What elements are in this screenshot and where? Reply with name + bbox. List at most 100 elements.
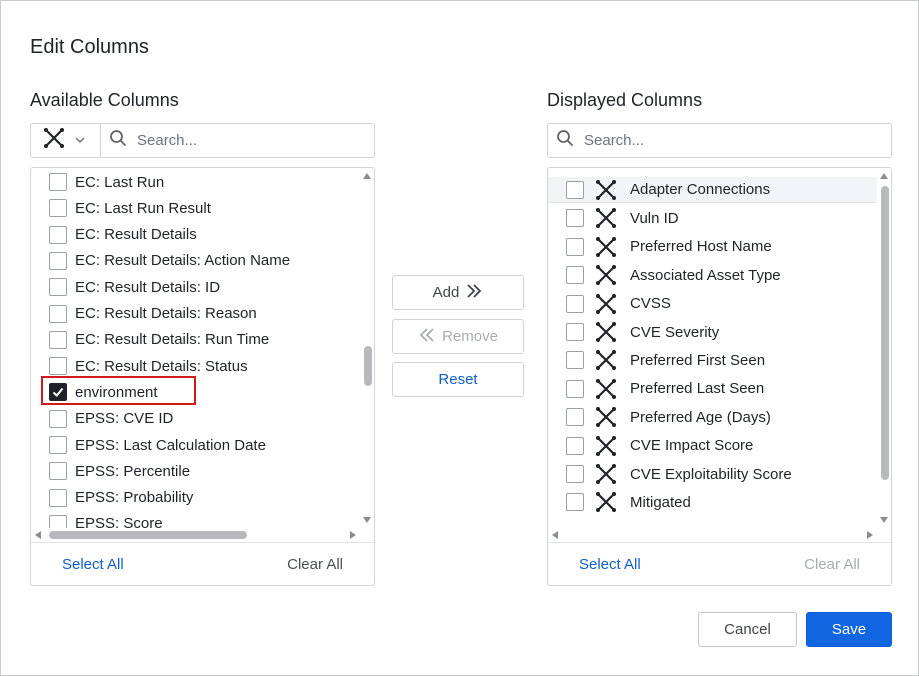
displayed-columns-list: Adapter Connections Vuln ID Preferred Host… bbox=[548, 168, 877, 528]
horizontal-scroll-thumb[interactable] bbox=[49, 531, 247, 539]
column-label: Preferred Age (Days) bbox=[630, 408, 771, 426]
cancel-button[interactable]: Cancel bbox=[698, 612, 797, 647]
column-checkbox[interactable] bbox=[566, 436, 584, 455]
available-column-item[interactable]: EC: Result Details: ID bbox=[31, 274, 360, 300]
column-checkbox[interactable] bbox=[566, 237, 584, 256]
displayed-column-item[interactable]: Preferred First Seen bbox=[548, 347, 877, 373]
column-checkbox[interactable] bbox=[566, 408, 584, 427]
scroll-right-arrow[interactable] bbox=[867, 531, 873, 539]
column-checkbox[interactable] bbox=[49, 199, 67, 218]
displayed-column-item[interactable]: Associated Asset Type bbox=[548, 262, 877, 288]
displayed-column-item[interactable]: CVE Severity bbox=[548, 319, 877, 345]
available-column-item[interactable]: EC: Result Details: Status bbox=[31, 353, 360, 379]
available-filter-bar bbox=[30, 123, 375, 158]
double-chevron-right-icon bbox=[465, 283, 483, 303]
adapter-cross-icon bbox=[595, 207, 617, 229]
dialog-title: Edit Columns bbox=[30, 36, 149, 58]
column-label: CVSS bbox=[630, 295, 671, 313]
column-checkbox[interactable] bbox=[566, 209, 584, 228]
displayed-search-input[interactable] bbox=[582, 131, 802, 150]
column-checkbox[interactable] bbox=[566, 379, 584, 398]
displayed-column-item[interactable]: Preferred Host Name bbox=[548, 234, 877, 260]
remove-button[interactable]: Remove bbox=[392, 319, 524, 354]
column-checkbox[interactable] bbox=[49, 383, 67, 402]
displayed-column-item[interactable]: CVSS bbox=[548, 291, 877, 317]
add-button[interactable]: Add bbox=[392, 275, 524, 310]
column-checkbox[interactable] bbox=[49, 278, 67, 297]
displayed-column-item[interactable]: Preferred Last Seen bbox=[548, 376, 877, 402]
adapter-cross-icon bbox=[595, 463, 617, 485]
column-checkbox[interactable] bbox=[49, 330, 67, 349]
scroll-up-arrow[interactable] bbox=[880, 173, 888, 179]
displayed-column-item[interactable]: Mitigated bbox=[548, 489, 877, 515]
displayed-column-item[interactable]: Preferred Age (Days) bbox=[548, 404, 877, 430]
column-checkbox[interactable] bbox=[49, 173, 67, 191]
save-button[interactable]: Save bbox=[806, 612, 892, 647]
available-search-input[interactable] bbox=[135, 131, 355, 150]
available-select-all-link[interactable]: Select All bbox=[62, 556, 124, 573]
available-column-item[interactable]: EPSS: CVE ID bbox=[31, 406, 360, 432]
column-label: Preferred Host Name bbox=[630, 238, 772, 256]
column-checkbox[interactable] bbox=[566, 294, 584, 313]
column-checkbox[interactable] bbox=[49, 462, 67, 481]
available-horizontal-scrollbar[interactable] bbox=[31, 528, 360, 542]
displayed-column-item[interactable]: CVE Exploitability Score bbox=[548, 461, 877, 487]
column-checkbox[interactable] bbox=[49, 304, 67, 323]
column-checkbox[interactable] bbox=[49, 436, 67, 454]
available-column-item[interactable]: EC: Result Details: Action Name bbox=[31, 248, 360, 274]
available-column-item[interactable]: EC: Result Details bbox=[31, 222, 360, 248]
available-column-item[interactable]: EC: Result Details: Reason bbox=[31, 301, 360, 327]
double-chevron-left-icon bbox=[418, 327, 436, 347]
available-column-item[interactable]: EPSS: Probability bbox=[31, 485, 360, 511]
column-checkbox[interactable] bbox=[49, 251, 67, 270]
scroll-left-arrow[interactable] bbox=[35, 531, 41, 539]
adapter-type-filter[interactable] bbox=[31, 124, 101, 157]
scroll-down-arrow[interactable] bbox=[880, 517, 888, 523]
column-checkbox[interactable] bbox=[566, 266, 584, 285]
column-checkbox[interactable] bbox=[566, 323, 584, 341]
vertical-scroll-thumb[interactable] bbox=[881, 186, 889, 480]
remove-button-label: Remove bbox=[442, 328, 498, 345]
available-search bbox=[101, 124, 374, 157]
available-vertical-scrollbar[interactable] bbox=[360, 168, 374, 528]
column-checkbox[interactable] bbox=[49, 514, 67, 528]
column-checkbox[interactable] bbox=[566, 493, 584, 512]
reset-button-label: Reset bbox=[438, 371, 478, 388]
available-column-item[interactable]: EPSS: Score bbox=[31, 511, 360, 528]
search-icon bbox=[556, 129, 574, 152]
column-checkbox[interactable] bbox=[49, 357, 67, 376]
available-column-item[interactable]: EPSS: Last Calculation Date bbox=[31, 432, 360, 458]
available-column-item[interactable]: EPSS: Percentile bbox=[31, 458, 360, 484]
column-checkbox[interactable] bbox=[49, 225, 67, 244]
adapter-cross-icon bbox=[595, 406, 617, 428]
displayed-horizontal-scrollbar[interactable] bbox=[548, 528, 877, 542]
available-clear-all-link[interactable]: Clear All bbox=[287, 556, 343, 573]
column-label: EC: Last Run bbox=[75, 173, 165, 191]
available-column-item[interactable]: EC: Last Run bbox=[31, 169, 360, 195]
column-checkbox[interactable] bbox=[49, 488, 67, 507]
available-column-item[interactable]: EC: Result Details: Run Time bbox=[31, 327, 360, 353]
column-label: CVE Impact Score bbox=[630, 437, 754, 455]
column-label: EC: Result Details bbox=[75, 226, 197, 244]
displayed-select-all-link[interactable]: Select All bbox=[579, 556, 641, 573]
scroll-down-arrow[interactable] bbox=[363, 517, 371, 523]
column-checkbox[interactable] bbox=[566, 465, 584, 483]
scroll-up-arrow[interactable] bbox=[363, 173, 371, 179]
available-column-item[interactable]: EC: Last Run Result bbox=[31, 195, 360, 221]
reset-button[interactable]: Reset bbox=[392, 362, 524, 397]
scroll-right-arrow[interactable] bbox=[350, 531, 356, 539]
scroll-left-arrow[interactable] bbox=[552, 531, 558, 539]
add-button-label: Add bbox=[432, 284, 460, 301]
adapter-cross-icon bbox=[43, 127, 65, 154]
displayed-vertical-scrollbar[interactable] bbox=[877, 168, 891, 528]
displayed-clear-all-link[interactable]: Clear All bbox=[804, 556, 860, 573]
column-checkbox[interactable] bbox=[566, 351, 584, 370]
column-checkbox[interactable] bbox=[566, 180, 584, 199]
displayed-column-item[interactable]: Vuln ID bbox=[548, 205, 877, 231]
column-checkbox[interactable] bbox=[49, 409, 67, 428]
column-label: EC: Result Details: Status bbox=[75, 357, 248, 375]
vertical-scroll-thumb[interactable] bbox=[364, 346, 372, 386]
displayed-column-item[interactable]: CVE Impact Score bbox=[548, 433, 877, 459]
displayed-column-item[interactable]: Adapter Connections bbox=[548, 177, 877, 203]
available-column-item[interactable]: environment bbox=[31, 379, 360, 405]
